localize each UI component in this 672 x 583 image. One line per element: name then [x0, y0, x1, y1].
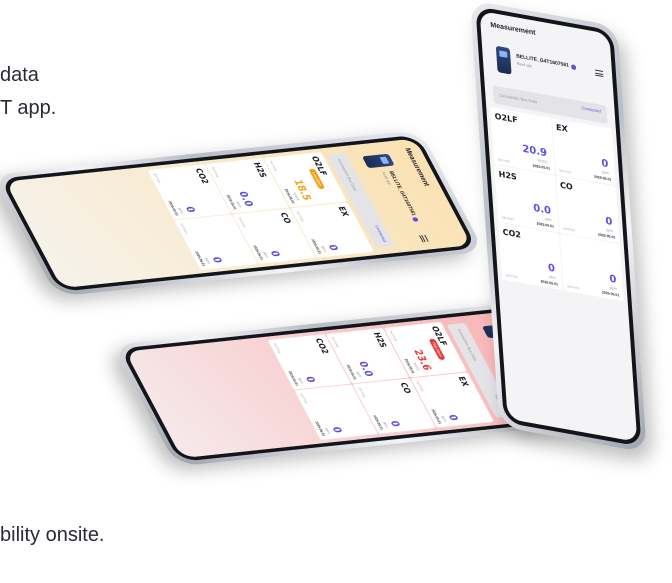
gas-unit: ppm [602, 170, 610, 176]
reading-date: 2025.05.01 [597, 232, 616, 240]
set-point-label: Set Point [299, 393, 309, 404]
connection-label: Connection Bus Data [499, 92, 538, 105]
gas-value: 0 [609, 273, 617, 286]
phone-mockup-left: Measurement BELLITE_G4T1607561 Read app … [0, 130, 485, 297]
set-point-label: Set Point [497, 157, 510, 164]
phone-bezel: Measurement BELLITE_G4T1607561 Read app … [475, 5, 642, 447]
phone-mockup-right: Measurement BELLITE_G4T1607561 Read app … [470, 0, 647, 453]
gas-value: 0 [605, 215, 613, 229]
sensor-cell-ex[interactable]: EX 0 ppm Set Point 2025.05.01 [551, 117, 616, 186]
marketing-copy-line-1: data [0, 64, 39, 86]
gas-value: 0 [209, 256, 224, 264]
sensor-cell-o2lf[interactable]: O2LF 20.9 %VOL Set Point 2025.05.01 [490, 106, 555, 175]
gas-value: 0 [445, 414, 460, 422]
set-point-label: Set Point [562, 226, 576, 233]
gas-value: 20.9 [522, 143, 548, 160]
gas-value: 0 [387, 420, 402, 428]
device-image [495, 45, 512, 75]
set-point-label: Set Point [272, 342, 282, 354]
reading-date: 2025.05.01 [593, 174, 612, 182]
set-point-label: Set Point [295, 210, 305, 222]
reading-date: 2025.05.01 [601, 290, 620, 298]
phone-screen: Measurement BELLITE_G4T1607561 Read app … [479, 10, 638, 443]
reading-date: 2025.05.01 [532, 163, 551, 171]
set-point-label: Set Point [566, 284, 580, 291]
set-point-label: Set Point [152, 172, 162, 184]
gas-value: 0 [182, 206, 197, 214]
phone-screen: Measurement BELLITE_G4T1607561 Read app … [5, 138, 472, 289]
set-point-label: Set Point [210, 166, 221, 178]
sensor-grid: O2LF 20.9 %VOL Set Point 2025.05.01 EX 0… [490, 106, 624, 302]
info-icon[interactable] [412, 216, 420, 222]
set-point-label: Set Point [179, 223, 189, 234]
set-point-label: Set Point [330, 336, 341, 348]
reading-date: 2025.05.01 [540, 279, 559, 287]
connection-status: Connected [581, 105, 601, 114]
set-point-label: Set Point [268, 160, 279, 172]
sensor-cell-h2s[interactable]: H2S 0.0 ppm Set Point 2025.05.01 [494, 164, 559, 233]
gas-unit: ppm [606, 227, 614, 234]
gas-value: 0 [329, 426, 344, 434]
set-point-label: Set Point [237, 216, 247, 228]
gas-value: 0 [267, 250, 282, 258]
device-subtitle: Read app [516, 61, 533, 69]
sensor-cell-co2[interactable]: CO2 0 ppm Set Point 2025.05.01 [498, 222, 563, 291]
device-name: BELLITE_G4T1607561 [516, 53, 577, 70]
set-point-label: Set Point [357, 386, 367, 398]
gas-value: 0 [325, 244, 340, 252]
set-point-label: Set Point [388, 330, 399, 342]
screen-title: Measurement [490, 21, 536, 37]
reading-date: 2025.05.01 [536, 221, 555, 229]
set-point-label: Set Point [558, 168, 572, 175]
sensor-cell-empty[interactable]: 0 ppm Set Point 2025.05.01 [559, 233, 624, 302]
gas-value: 0 [302, 376, 317, 384]
set-point-label: Set Point [501, 215, 514, 222]
sensor-cell-co[interactable]: CO 0 ppm Set Point 2025.05.01 [555, 175, 620, 244]
set-point-label: Set Point [415, 380, 425, 392]
marketing-copy-line-2: T app. [0, 97, 57, 119]
device-image [361, 153, 395, 169]
phone-bezel: Measurement BELLITE_G4T1607561 Read app … [0, 134, 478, 292]
gas-unit: %VOL [537, 158, 548, 165]
gas-unit: ppm [610, 285, 618, 292]
gas-unit: ppm [544, 216, 552, 223]
gas-value: 0.0 [532, 202, 552, 218]
gas-value: 0 [601, 157, 609, 171]
marketing-copy-line-3: bility onsite. [0, 524, 105, 546]
gas-value: 0 [547, 262, 556, 275]
set-point-label: Set Point [505, 273, 518, 280]
info-icon[interactable] [570, 63, 577, 70]
gas-unit: ppm [548, 274, 556, 281]
